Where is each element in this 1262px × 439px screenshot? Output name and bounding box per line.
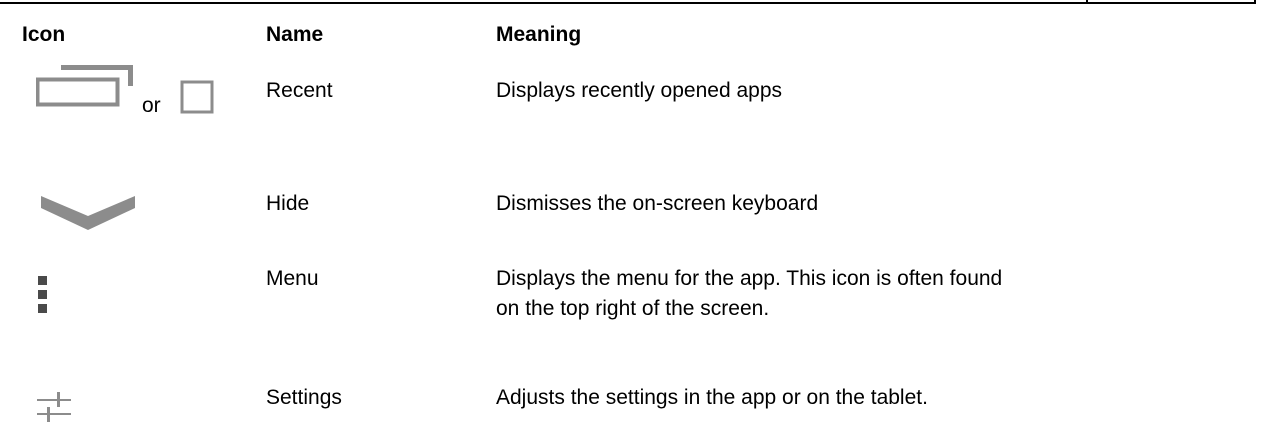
name-hide: Hide [266, 192, 310, 215]
name-settings: Settings [266, 386, 342, 409]
recent-apps-icon [36, 65, 133, 107]
meaning-hide: Dismisses the on-screen keyboard [496, 192, 819, 215]
top-rule [0, 2, 1256, 4]
settings-sliders-icon [37, 392, 71, 422]
square-icon [180, 80, 214, 114]
chevron-down-icon [41, 196, 135, 230]
meaning-menu: Displays the menu for the app. This icon… [496, 267, 1003, 320]
or-label: or [142, 94, 161, 117]
meaning-settings: Adjusts the settings in the app or on th… [496, 386, 928, 409]
meaning-recent: Displays recently opened apps [496, 79, 783, 102]
header-name: Name [266, 23, 324, 46]
more-vertical-icon [38, 276, 47, 313]
name-recent: Recent [266, 79, 333, 102]
name-menu: Menu [266, 267, 319, 290]
corner-mark-right [1254, 0, 1256, 4]
header-meaning: Meaning [496, 23, 582, 46]
corner-mark-mid [1086, 0, 1088, 4]
header-icon: Icon [22, 23, 66, 46]
